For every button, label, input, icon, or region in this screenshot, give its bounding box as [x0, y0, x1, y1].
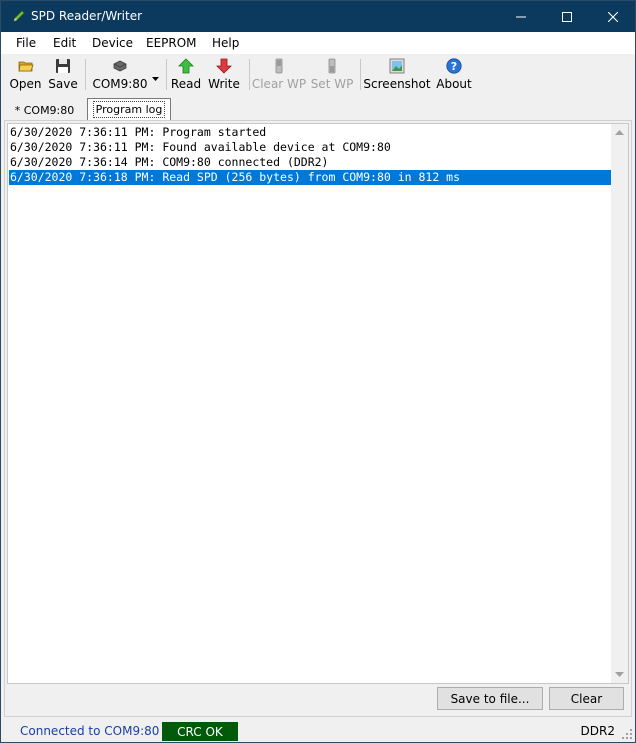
- clear-wp-button[interactable]: Clear WP: [252, 56, 306, 93]
- picture-icon: [389, 58, 405, 74]
- log-line[interactable]: 6/30/2020 7:36:11 PM: Found available de…: [9, 140, 617, 155]
- port-dropdown-button[interactable]: [149, 56, 161, 93]
- screenshot-button[interactable]: Screenshot: [363, 56, 431, 93]
- crc-status-badge: CRC OK: [162, 722, 238, 741]
- floppy-icon: [55, 58, 71, 74]
- set-wp-button[interactable]: Set WP: [311, 56, 353, 93]
- toolbar: Open Save COM9:80 Read Write Clear WP Se…: [1, 54, 635, 95]
- toolbar-separator: [360, 59, 361, 90]
- read-button[interactable]: Read: [170, 56, 202, 93]
- maximize-button[interactable]: [544, 1, 590, 32]
- scroll-up-icon[interactable]: [611, 124, 628, 141]
- log-list[interactable]: 6/30/2020 7:36:11 PM: Program started 6/…: [7, 123, 629, 684]
- log-line[interactable]: 6/30/2020 7:36:11 PM: Program started: [9, 125, 617, 140]
- pencil-icon: [12, 9, 26, 23]
- window-title: SPD Reader/Writer: [31, 9, 143, 23]
- menu-help[interactable]: Help: [212, 36, 239, 50]
- save-to-file-button[interactable]: Save to file...: [437, 687, 543, 710]
- port-select-button[interactable]: COM9:80: [92, 56, 148, 93]
- title-bar[interactable]: SPD Reader/Writer: [1, 1, 635, 32]
- program-log-panel: 6/30/2020 7:36:11 PM: Program started 6/…: [4, 120, 632, 717]
- status-bar: Connected to COM9:80 CRC OK DDR2: [1, 720, 635, 742]
- switch-icon: [324, 58, 340, 74]
- menu-edit[interactable]: Edit: [53, 36, 76, 50]
- connection-status: Connected to COM9:80: [20, 724, 160, 738]
- menu-device[interactable]: Device: [92, 36, 133, 50]
- vertical-scrollbar[interactable]: [611, 124, 628, 683]
- menu-bar: File Edit Device EEPROM Help: [1, 32, 635, 54]
- folder-icon: [18, 58, 34, 74]
- open-button[interactable]: Open: [9, 56, 42, 93]
- close-button[interactable]: [590, 1, 635, 32]
- clear-button[interactable]: Clear: [549, 687, 624, 710]
- write-button[interactable]: Write: [206, 56, 242, 93]
- ram-type-status: DDR2: [580, 724, 615, 738]
- serial-device-icon: [112, 58, 128, 74]
- log-line-selected[interactable]: 6/30/2020 7:36:18 PM: Read SPD (256 byte…: [9, 170, 617, 185]
- minimize-button[interactable]: [498, 1, 544, 32]
- about-button[interactable]: ? About: [435, 56, 473, 93]
- tab-com9-80[interactable]: * COM9:80: [5, 100, 84, 120]
- tab-strip: * COM9:80 Program log: [1, 97, 635, 121]
- arrow-down-icon: [216, 58, 232, 74]
- toolbar-separator: [249, 59, 250, 90]
- toolbar-separator: [166, 59, 167, 90]
- toolbar-separator: [85, 59, 86, 90]
- save-button[interactable]: Save: [47, 56, 79, 93]
- arrow-up-icon: [178, 58, 194, 74]
- menu-file[interactable]: File: [16, 36, 36, 50]
- resize-grip-icon[interactable]: [621, 728, 633, 740]
- help-icon: ?: [446, 58, 462, 74]
- svg-text:?: ?: [451, 60, 457, 73]
- main-window: SPD Reader/Writer File Edit Device EEPRO…: [0, 0, 636, 743]
- scroll-down-icon[interactable]: [611, 666, 628, 683]
- switch-icon: [271, 58, 287, 74]
- menu-eeprom[interactable]: EEPROM: [146, 36, 197, 50]
- tab-program-log[interactable]: Program log: [87, 98, 171, 120]
- log-line[interactable]: 6/30/2020 7:36:14 PM: COM9:80 connected …: [9, 155, 617, 170]
- chevron-down-icon: [147, 71, 163, 87]
